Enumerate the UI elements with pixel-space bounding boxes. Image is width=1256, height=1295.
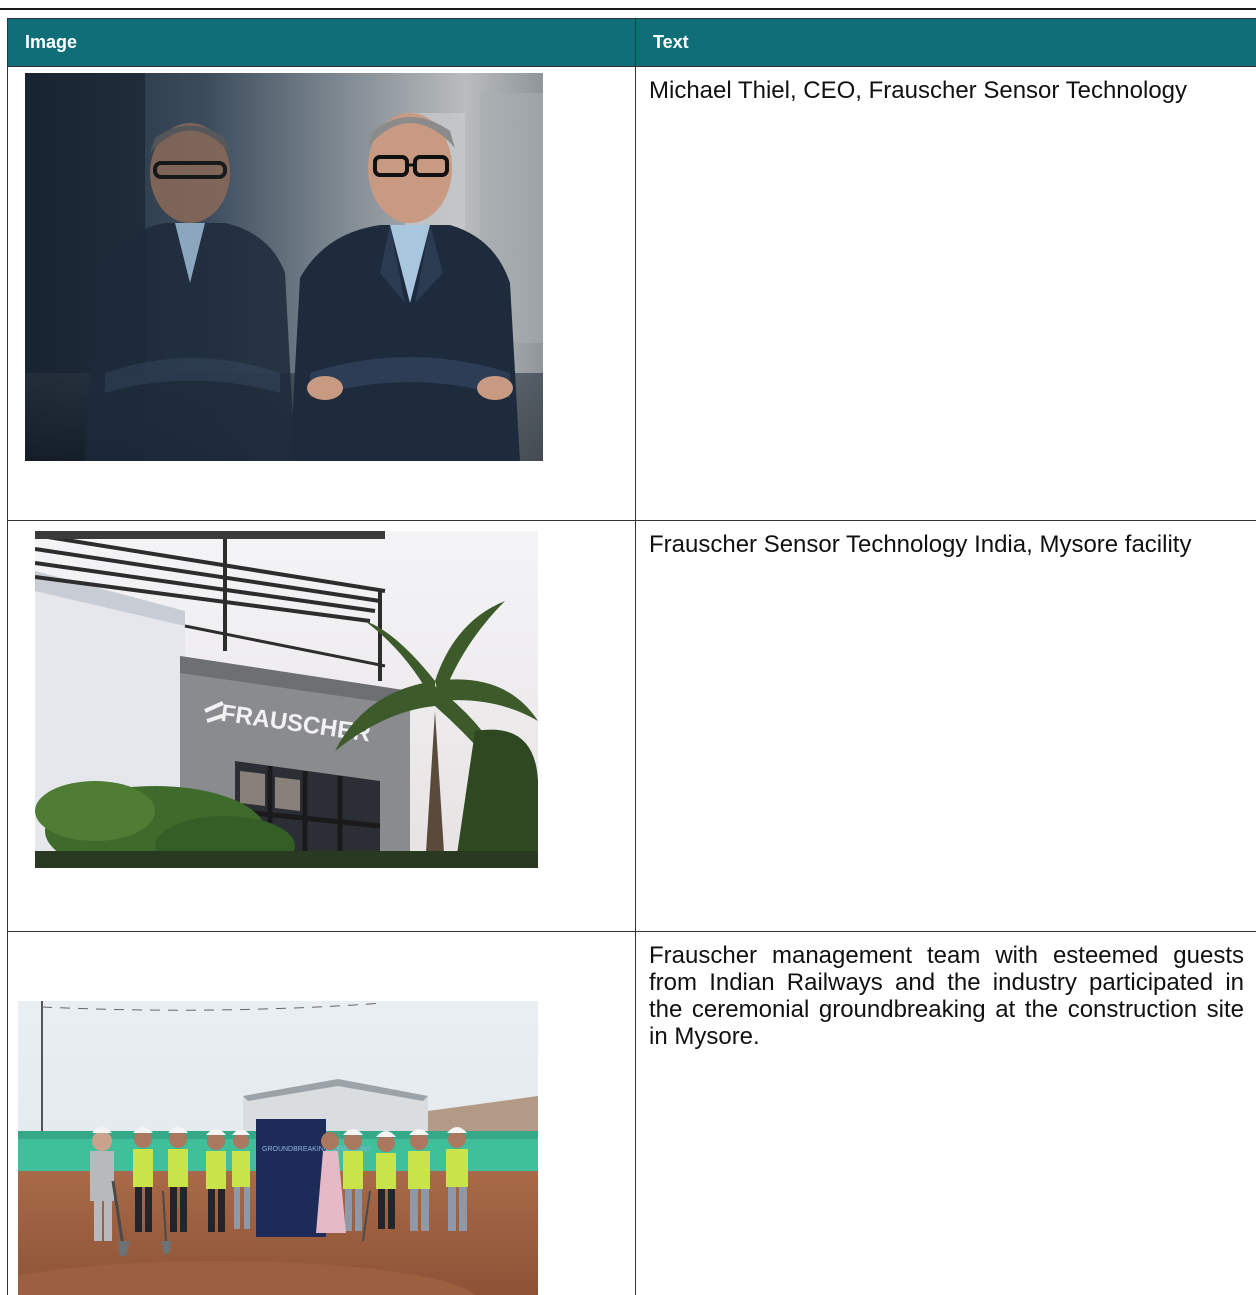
caption-facility: Frauscher Sensor Technology India, Mysor… bbox=[649, 531, 1192, 558]
facility-image: FRAUSCHER bbox=[35, 531, 538, 868]
groundbreaking-photo: GROUNDBREAKING CEREMONY bbox=[18, 1001, 538, 1295]
image-cell: FRAUSCHER bbox=[7, 520, 636, 932]
document-page: Image Text Michael Thiel, CEO, Frauscher… bbox=[0, 0, 1256, 1295]
column-header-text: Text bbox=[635, 18, 1256, 67]
groundbreaking-image: GROUNDBREAKING CEREMONY bbox=[18, 1001, 538, 1295]
table-header-row: Image Text bbox=[7, 18, 1256, 67]
caption-groundbreaking: Frauscher management team with esteemed … bbox=[649, 942, 1244, 1050]
text-cell: Michael Thiel, CEO, Frauscher Sensor Tec… bbox=[635, 66, 1256, 521]
facility-photo: FRAUSCHER bbox=[35, 531, 538, 868]
ceo-portrait-image bbox=[25, 73, 543, 461]
table-row: FRAUSCHER Frauscher Sensor Technology In… bbox=[7, 520, 1256, 932]
image-cell: GROUNDBREAKING CEREMONY bbox=[7, 931, 636, 1295]
text-cell: Frauscher Sensor Technology India, Mysor… bbox=[635, 520, 1256, 932]
ceo-portrait-photo bbox=[25, 73, 543, 461]
image-text-table: Image Text Michael Thiel, CEO, Frauscher… bbox=[7, 18, 1256, 1295]
text-cell: Frauscher management team with esteemed … bbox=[635, 931, 1256, 1295]
caption-ceo: Michael Thiel, CEO, Frauscher Sensor Tec… bbox=[649, 77, 1188, 104]
table-row: GROUNDBREAKING CEREMONY Frauscher manage… bbox=[7, 931, 1256, 1295]
column-header-image: Image bbox=[7, 18, 636, 67]
table-row: Michael Thiel, CEO, Frauscher Sensor Tec… bbox=[7, 66, 1256, 521]
image-cell bbox=[7, 66, 636, 521]
top-divider bbox=[0, 8, 1256, 10]
